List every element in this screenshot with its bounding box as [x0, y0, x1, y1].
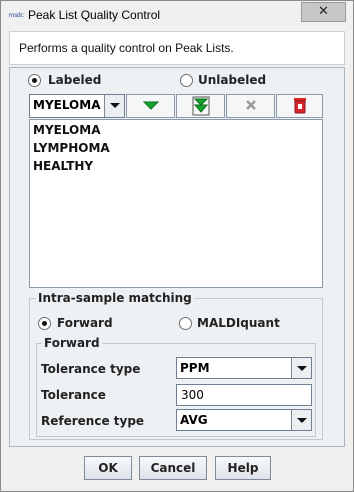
list-item[interactable]: MYELOMA: [33, 123, 100, 137]
description-text: Performs a quality control on Peak Lists…: [19, 41, 234, 55]
list-item[interactable]: LYMPHOMA: [33, 141, 110, 155]
tolerance-type-label: Tolerance type: [41, 362, 141, 376]
reference-type-value: AVG: [180, 413, 208, 427]
intra-sample-title: Intra-sample matching: [36, 291, 194, 305]
chevron-down-icon[interactable]: [291, 410, 311, 430]
dialog-window: msdc Peak List Quality Control ✕ Perform…: [0, 0, 354, 492]
help-button[interactable]: Help: [215, 456, 271, 480]
labels-list[interactable]: MYELOMA LYMPHOMA HEALTHY: [29, 119, 323, 288]
ok-button[interactable]: OK: [84, 456, 132, 480]
maldiquant-radio[interactable]: [179, 317, 192, 330]
add-all-arrow-icon: [192, 96, 210, 116]
label-combo-value: MYELOMA: [33, 98, 101, 112]
cancel-button[interactable]: Cancel: [139, 456, 207, 480]
close-icon: ✕: [318, 4, 329, 19]
description-panel: Performs a quality control on Peak Lists…: [9, 31, 345, 65]
app-icon: msdc: [8, 12, 24, 19]
forward-radio[interactable]: [38, 317, 51, 330]
close-button[interactable]: ✕: [301, 2, 346, 22]
list-item[interactable]: HEALTHY: [33, 159, 93, 173]
tolerance-type-select[interactable]: PPM: [176, 357, 312, 379]
delete-trash-icon: [294, 98, 306, 114]
labeled-label: Labeled: [48, 73, 102, 87]
unlabeled-radio[interactable]: [180, 74, 193, 87]
unlabeled-label: Unlabeled: [198, 73, 267, 87]
labeled-radio[interactable]: [28, 74, 41, 87]
tolerance-type-value: PPM: [180, 361, 210, 375]
tolerance-input[interactable]: 300: [176, 384, 312, 406]
remove-x-icon: [246, 100, 256, 110]
add-down-arrow-icon: [142, 101, 160, 110]
add-all-labels-button[interactable]: [176, 94, 225, 118]
reference-type-label: Reference type: [41, 414, 145, 428]
label-combo[interactable]: MYELOMA: [29, 94, 125, 118]
remove-label-button[interactable]: [226, 94, 275, 118]
chevron-down-icon[interactable]: [104, 95, 124, 117]
window-title: Peak List Quality Control: [28, 8, 161, 22]
forward-radio-label: Forward: [57, 316, 113, 330]
maldiquant-radio-label: MALDIquant: [197, 316, 280, 330]
tolerance-label: Tolerance: [41, 388, 106, 402]
delete-labels-button[interactable]: [276, 94, 323, 118]
chevron-down-icon[interactable]: [291, 358, 311, 378]
reference-type-select[interactable]: AVG: [176, 409, 312, 431]
forward-group-title: Forward: [42, 336, 102, 350]
add-label-button[interactable]: [126, 94, 175, 118]
title-bar: msdc Peak List Quality Control ✕: [1, 1, 353, 29]
